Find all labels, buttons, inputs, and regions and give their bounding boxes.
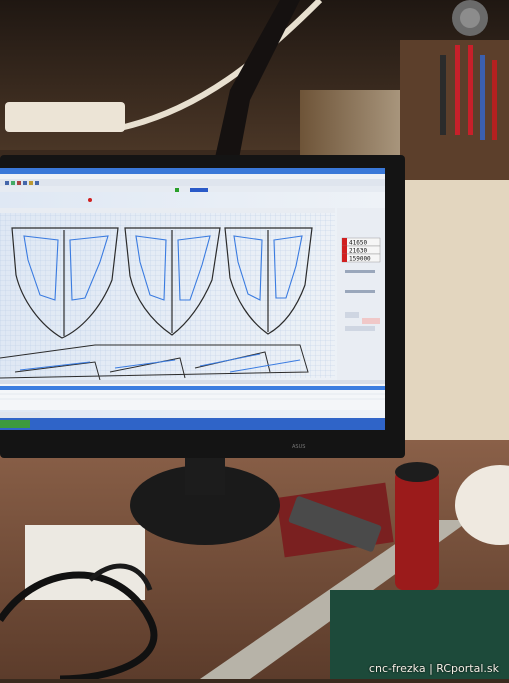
stop-button[interactable] (362, 318, 380, 324)
app-menubar (0, 174, 385, 179)
taskbar (0, 418, 385, 430)
bottom-tabs[interactable] (0, 412, 40, 418)
screen: 41650 21630 159000 (0, 168, 385, 430)
start-button[interactable] (345, 312, 359, 318)
panel-button[interactable] (345, 326, 375, 331)
dro-x-value: 41650 (349, 240, 367, 247)
speed-slider[interactable] (345, 270, 375, 273)
taskbar-start-button[interactable] (0, 420, 30, 428)
monitor-stand-neck (185, 455, 225, 495)
job-row-selected[interactable] (0, 386, 385, 390)
monitor-brand: ASUS (292, 444, 305, 450)
watermark: cnc-frezka | RCportal.sk (368, 662, 499, 675)
photo-scene: ASUS 41650 21630 159000 (0, 0, 509, 683)
wall-board (400, 170, 509, 440)
power-strip (5, 102, 125, 132)
dro-z-value: 159000 (349, 256, 371, 263)
job-table (0, 380, 385, 410)
drawing-area[interactable] (0, 213, 335, 378)
spindle-slider[interactable] (345, 290, 375, 293)
app-titlebar (0, 168, 385, 174)
control-panel: 41650 21630 159000 (337, 208, 385, 380)
red-cylinder-top (395, 462, 439, 482)
red-cylinder (395, 470, 439, 590)
dro-y-value: 21630 (349, 248, 367, 255)
